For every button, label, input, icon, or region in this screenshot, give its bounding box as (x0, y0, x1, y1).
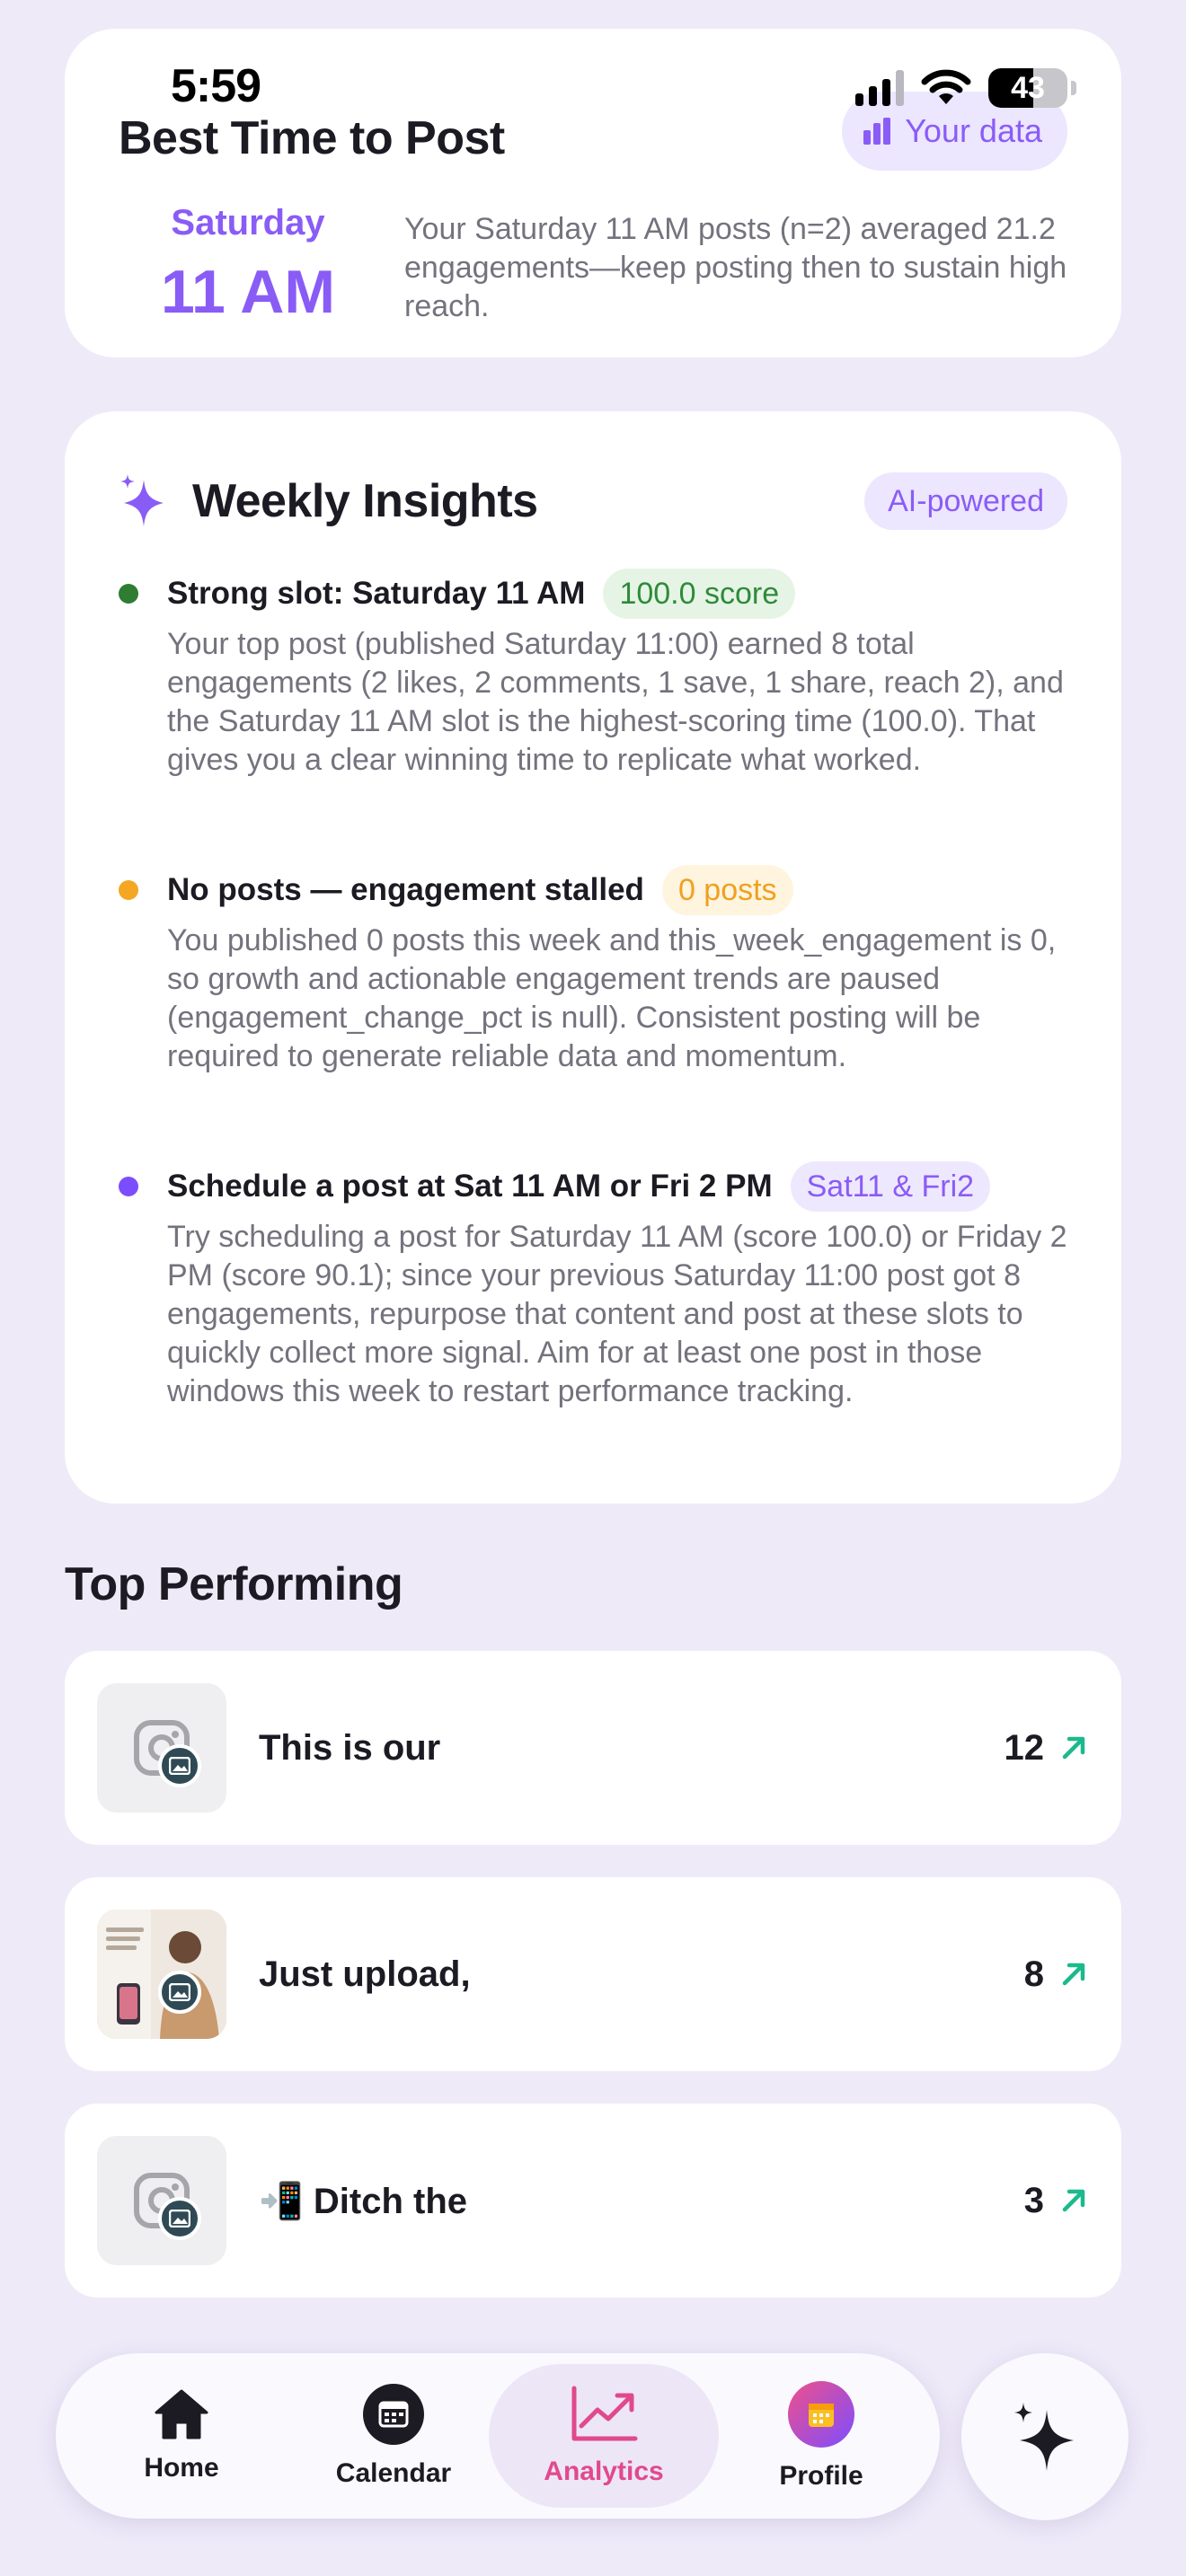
tab-calendar[interactable]: Calendar (288, 2364, 500, 2508)
insight-item: No posts — engagement stalled 0 posts Yo… (119, 864, 1067, 1076)
post-thumbnail (97, 1683, 226, 1813)
top-post-card[interactable]: Just upload, 8 (65, 1877, 1121, 2071)
insight-title: Schedule a post at Sat 11 AM or Fri 2 PM (167, 1169, 773, 1204)
post-thumbnail (97, 2136, 226, 2265)
ai-assistant-button[interactable] (961, 2353, 1128, 2520)
tab-analytics[interactable]: Analytics (489, 2364, 719, 2508)
insight-badge: Sat11 & Fri2 (790, 1161, 991, 1212)
insights-title: Weekly Insights (192, 475, 538, 527)
post-title: Just upload, (259, 1954, 471, 1994)
trend-up-arrow-icon (1062, 1963, 1085, 1986)
tab-profile[interactable]: Profile (715, 2364, 927, 2508)
post-engagement-value: 3 (1023, 2180, 1044, 2220)
profile-icon (788, 2381, 854, 2448)
your-data-label: Your data (905, 112, 1042, 149)
bottom-tab-bar: Home Calendar Analytics Profile (56, 2353, 940, 2519)
trend-up-arrow-icon (1062, 2189, 1085, 2212)
analytics-icon (571, 2386, 638, 2441)
status-time: 5:59 (171, 60, 261, 112)
home-icon (155, 2389, 208, 2439)
sparkle-icon (1014, 2403, 1074, 2471)
insight-title: No posts — engagement stalled (167, 872, 644, 907)
battery-level: 43 (1011, 70, 1045, 105)
tab-label: Calendar (335, 2458, 452, 2488)
battery-icon: 43 (988, 68, 1067, 108)
bar-chart-icon (863, 118, 891, 145)
insight-badge: 0 posts (661, 865, 793, 915)
top-post-card[interactable]: 📲 Ditch the 3 (65, 2104, 1121, 2298)
image-post-icon (158, 2197, 201, 2240)
cellular-signal-icon (855, 70, 904, 106)
insight-badge: 100.0 score (603, 569, 796, 619)
post-engagement: 12 (1005, 1651, 1088, 1845)
post-title: 📲 Ditch the (259, 2181, 468, 2221)
insight-body: Your top post (published Saturday 11:00)… (167, 627, 1064, 777)
status-dot-icon (119, 584, 138, 604)
best-time-description: Your Saturday 11 AM posts (n=2) averaged… (404, 212, 1067, 323)
insight-item: Schedule a post at Sat 11 AM or Fri 2 PM… (119, 1160, 1067, 1411)
calendar-icon (363, 2384, 424, 2445)
best-time-title: Best Time to Post (119, 112, 505, 164)
best-hour: 11 AM (160, 258, 335, 326)
insight-title: Strong slot: Saturday 11 AM (167, 576, 586, 611)
ai-powered-chip: AI-powered (864, 472, 1067, 530)
insight-body: You published 0 posts this week and this… (167, 923, 1057, 1073)
sparkle-icon (120, 474, 164, 526)
weekly-insights-card: Weekly Insights AI-powered Strong slot: … (65, 411, 1121, 1504)
insight-body: Try scheduling a post for Saturday 11 AM… (167, 1220, 1067, 1408)
insights-header: Weekly Insights AI-powered (119, 463, 1067, 539)
post-title: This is our (259, 1727, 441, 1768)
post-photo-image (97, 1910, 226, 2039)
tab-label: Profile (779, 2461, 863, 2491)
tab-home[interactable]: Home (75, 2364, 288, 2508)
status-dot-icon (119, 1177, 138, 1196)
status-icons: 43 (855, 63, 1076, 113)
status-dot-icon (119, 880, 138, 900)
wifi-icon (921, 69, 971, 104)
tab-label: Analytics (544, 2457, 664, 2486)
post-engagement: 8 (1024, 1877, 1087, 2071)
post-engagement-value: 12 (1004, 1727, 1045, 1768)
post-engagement-value: 8 (1023, 1954, 1044, 1994)
trend-up-arrow-icon (1062, 1736, 1085, 1760)
top-performing-title: Top Performing (65, 1558, 403, 1610)
post-thumbnail (97, 1910, 226, 2039)
insight-item: Strong slot: Saturday 11 AM 100.0 score … (119, 568, 1067, 780)
best-day: Saturday (171, 203, 325, 243)
post-engagement: 3 (1024, 2104, 1087, 2298)
tab-label: Home (144, 2453, 219, 2483)
top-post-card[interactable]: This is our 12 (65, 1651, 1121, 1845)
image-post-icon (158, 1971, 201, 2014)
image-post-icon (158, 1744, 201, 1787)
